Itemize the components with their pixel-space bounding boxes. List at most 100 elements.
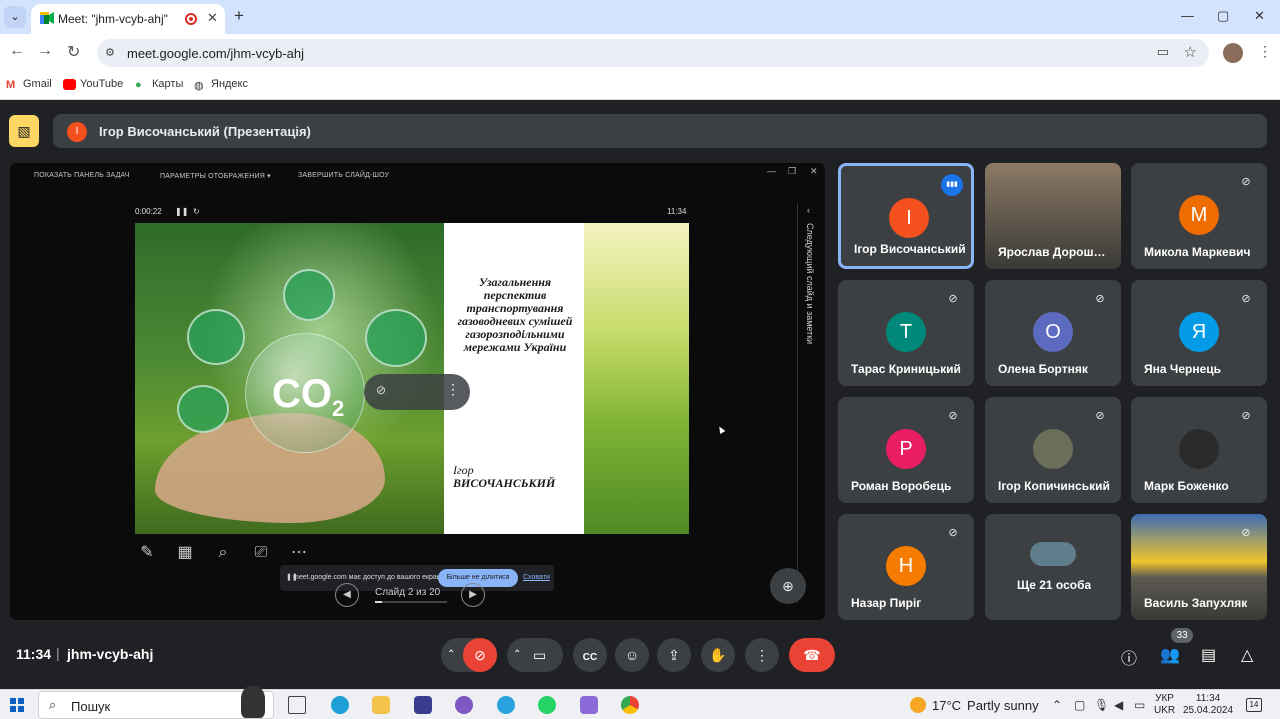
pen-icon[interactable]: ✎ bbox=[135, 541, 159, 565]
people-icon[interactable]: 👥 bbox=[1160, 645, 1180, 665]
stop-presenting-icon[interactable]: ▧ bbox=[9, 115, 39, 147]
display-settings-button[interactable]: ПАРАМЕТРЫ ОТОБРАЖЕНИЯ ▾ bbox=[160, 172, 271, 180]
activities-icon[interactable]: △ bbox=[1241, 645, 1253, 665]
close-window-icon[interactable]: ✕ bbox=[1254, 8, 1265, 24]
zoom-in-icon[interactable]: ⊕ bbox=[770, 568, 806, 604]
bookmark-star-icon[interactable]: ☆ bbox=[1184, 43, 1197, 61]
raise-hand-button[interactable]: ✋ bbox=[701, 638, 735, 672]
weather-partly-sunny-icon bbox=[910, 697, 926, 713]
notifications-icon[interactable]: 14 bbox=[1246, 698, 1262, 712]
mic-off-icon: ⊘ bbox=[1241, 527, 1251, 539]
bookmark-maps[interactable]: ● Карты bbox=[135, 78, 183, 91]
participant-tile[interactable]: Марк Боженко ⊘ bbox=[1131, 397, 1267, 503]
mouse-cursor-icon bbox=[716, 424, 726, 435]
next-slide-icon[interactable]: ▶ bbox=[461, 583, 485, 607]
participant-tile[interactable]: I Ігор Височанський ▮▮▮ bbox=[838, 163, 974, 269]
more-vert-icon: ⋮ bbox=[755, 647, 769, 663]
participant-name: Ще 21 особа bbox=[1017, 578, 1092, 592]
bookmark-gmail[interactable]: M Gmail bbox=[6, 78, 52, 91]
maximize-window-icon[interactable]: ▢ bbox=[1217, 8, 1229, 24]
tray-network-icon[interactable]: ▢ bbox=[1074, 698, 1085, 712]
participant-tile[interactable]: O Олена Бортняк ⊘ bbox=[985, 280, 1121, 386]
more-tools-icon[interactable]: ⋯ bbox=[287, 541, 311, 565]
factory-icon bbox=[365, 309, 427, 367]
car-icon bbox=[187, 309, 245, 365]
edge-icon[interactable] bbox=[331, 696, 349, 714]
previous-slide-icon[interactable]: ◀ bbox=[335, 583, 359, 607]
vpn-app-icon[interactable] bbox=[580, 696, 598, 714]
present-screen-button[interactable]: ⇪ bbox=[657, 638, 691, 672]
end-slideshow-button[interactable]: ЗАВЕРШИТЬ СЛАЙД-ШОУ bbox=[298, 172, 389, 179]
windows-start-icon[interactable] bbox=[10, 698, 24, 712]
browser-menu-icon[interactable]: ⋮ bbox=[1258, 43, 1272, 60]
participant-tile[interactable]: T Тарас Криницький ⊘ bbox=[838, 280, 974, 386]
captions-button[interactable]: CC bbox=[573, 638, 607, 672]
zoom-magnifier-icon[interactable]: ⌕ bbox=[211, 541, 235, 565]
ppt-close-icon[interactable]: ✕ bbox=[810, 166, 818, 177]
tray-chevron-up-icon[interactable]: ⌃ bbox=[1052, 698, 1062, 712]
reactions-button[interactable]: ☺ bbox=[615, 638, 649, 672]
slide-progress-bar bbox=[375, 601, 447, 603]
ppt-restore-icon[interactable]: ❐ bbox=[788, 166, 796, 177]
bookmark-youtube[interactable]: YouTube bbox=[63, 78, 123, 90]
more-options-icon[interactable]: ⋮ bbox=[446, 381, 460, 398]
screen-pointer-icon[interactable]: ⎚ bbox=[249, 541, 273, 565]
camera-icon[interactable]: ▭ bbox=[533, 638, 546, 672]
microphone-control[interactable]: ⌃ ⊘ bbox=[441, 638, 497, 672]
viber-icon[interactable] bbox=[455, 696, 473, 714]
browser-tab-meet[interactable]: Meet: "jhm-vcyb-ahj" ✕ bbox=[31, 4, 225, 34]
participant-avatar: P bbox=[886, 429, 926, 469]
participant-tile[interactable]: H Назар Пиріг ⊘ bbox=[838, 514, 974, 620]
whatsapp-icon[interactable] bbox=[538, 696, 556, 714]
forward-arrow-icon[interactable]: → bbox=[37, 42, 53, 60]
taskbar-search[interactable]: ⌕ Пошук bbox=[38, 686, 274, 719]
tray-mic-icon[interactable]: 🎙 bbox=[1094, 698, 1109, 712]
tray-battery-icon[interactable]: ▭ bbox=[1134, 698, 1145, 712]
participant-tile[interactable]: Василь Запухляк ⊘ bbox=[1131, 514, 1267, 620]
bookmark-yandex[interactable]: ◍ Яндекс bbox=[194, 78, 248, 92]
ppt-minimize-icon[interactable]: — bbox=[767, 166, 776, 176]
show-taskbar-button[interactable]: ПОКАЗАТЬ ПАНЕЛЬ ЗАДАЧ bbox=[34, 172, 130, 179]
new-tab-button[interactable]: + bbox=[234, 6, 244, 26]
chat-icon[interactable]: ▤ bbox=[1201, 645, 1216, 665]
profile-avatar[interactable] bbox=[1223, 43, 1243, 63]
telegram-icon[interactable] bbox=[497, 696, 515, 714]
input-language[interactable]: УКР UKR bbox=[1154, 693, 1175, 717]
tray-speaker-icon[interactable]: ◀ bbox=[1114, 698, 1123, 712]
chrome-icon[interactable] bbox=[621, 696, 639, 714]
participant-tile[interactable]: P Роман Воробець ⊘ bbox=[838, 397, 974, 503]
file-explorer-icon[interactable] bbox=[372, 696, 390, 714]
minimize-window-icon[interactable]: — bbox=[1181, 8, 1194, 23]
back-arrow-icon[interactable]: ← bbox=[9, 42, 25, 60]
pause-timer-icon[interactable]: ❚❚ bbox=[175, 207, 188, 216]
task-view-icon[interactable] bbox=[288, 696, 306, 714]
all-slides-icon[interactable]: ▦ bbox=[173, 541, 197, 565]
participant-tile[interactable]: Ще 21 особа bbox=[985, 514, 1121, 620]
tab-search-button[interactable]: ⌄ bbox=[4, 6, 26, 28]
meeting-info-icon[interactable]: ⓘ bbox=[1121, 645, 1137, 669]
site-info-icon[interactable]: ⚙ bbox=[105, 46, 119, 60]
taskbar-clock[interactable]: 11:34 25.04.2024 bbox=[1183, 693, 1233, 717]
chevron-up-icon[interactable]: ⌃ bbox=[513, 638, 521, 672]
participant-tile[interactable]: Ярослав Дорошенко bbox=[985, 163, 1121, 269]
maps-pin-icon: ● bbox=[135, 78, 142, 91]
close-tab-icon[interactable]: ✕ bbox=[207, 10, 218, 26]
hide-notice-link[interactable]: Сховати bbox=[523, 574, 550, 581]
more-options-button[interactable]: ⋮ bbox=[745, 638, 779, 672]
leave-call-button[interactable]: ☎ bbox=[789, 638, 835, 672]
notes-collapse-icon[interactable]: ‹ bbox=[807, 205, 810, 215]
slide-title: Узагальнення перспектив транспортування … bbox=[457, 275, 573, 354]
reload-icon[interactable]: ↻ bbox=[67, 42, 80, 62]
save-app-icon[interactable] bbox=[414, 696, 432, 714]
camera-permission-icon[interactable]: ▭ bbox=[1157, 44, 1169, 60]
participant-tile[interactable]: Я Яна Чернець ⊘ bbox=[1131, 280, 1267, 386]
presenter-tile-overlay[interactable]: ⊘ ⋮ bbox=[364, 374, 470, 410]
chevron-up-icon[interactable]: ⌃ bbox=[447, 638, 455, 672]
participant-tile[interactable]: M Микола Маркевич ⊘ bbox=[1131, 163, 1267, 269]
camera-control[interactable]: ⌃ ▭ bbox=[507, 638, 563, 672]
mic-off-button[interactable]: ⊘ bbox=[463, 638, 497, 672]
restart-timer-icon[interactable]: ↻ bbox=[193, 207, 200, 216]
address-bar[interactable]: ⚙ meet.google.com/jhm-vcyb-ahj ▭ ☆ bbox=[97, 39, 1209, 67]
participant-tile[interactable]: Ігор Копичинський ⊘ bbox=[985, 397, 1121, 503]
weather-widget[interactable]: 17°C Partly sunny bbox=[910, 697, 1039, 713]
